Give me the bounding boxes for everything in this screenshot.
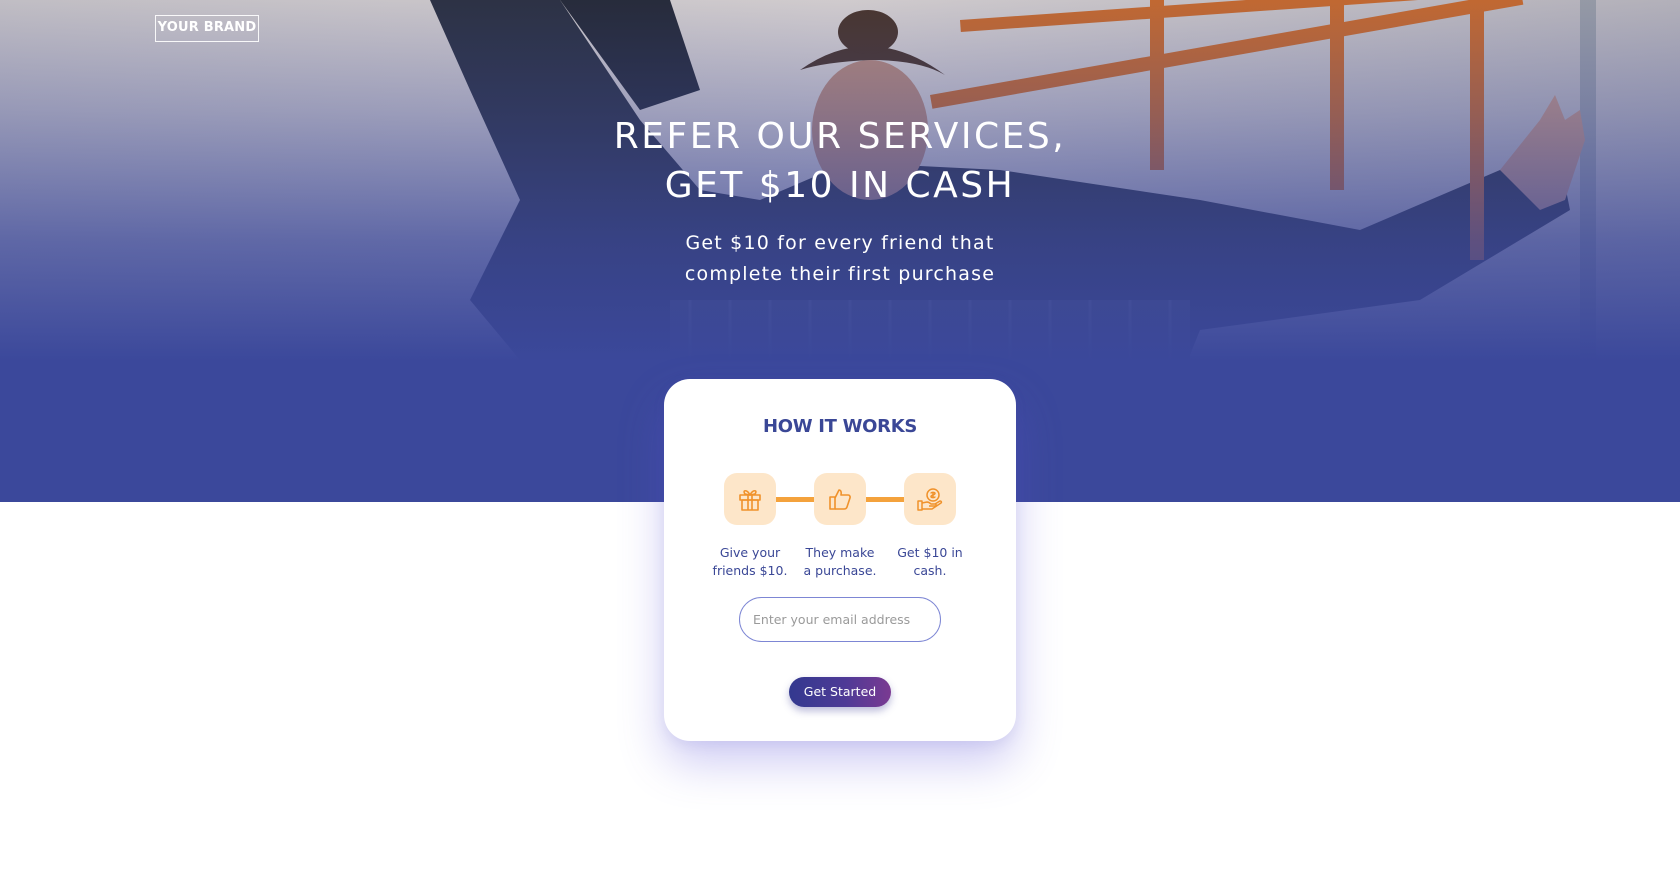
step-label-line: friends $10. <box>712 563 788 578</box>
step-3-label: Get $10 in cash. <box>885 544 975 580</box>
step-2-icon-tile <box>814 473 866 525</box>
gift-icon <box>739 489 761 511</box>
hero-subtitle-line: complete their first purchase <box>684 263 996 285</box>
email-input[interactable] <box>739 597 941 642</box>
thumbs-up-icon <box>829 489 851 510</box>
step-3-icon-tile <box>904 473 956 525</box>
step-1-icon-tile <box>724 473 776 525</box>
get-started-button[interactable]: Get Started <box>789 677 891 707</box>
step-label-line: a purchase. <box>803 563 877 578</box>
how-it-works-title: HOW IT WORKS <box>762 416 918 437</box>
hero-subtitle-line: Get $10 for every friend that <box>685 232 995 254</box>
step-label-line: cash. <box>913 563 947 578</box>
hero-title: REFER OUR SERVICES, GET $10 IN CASH <box>440 112 1240 210</box>
step-1-label: Give your friends $10. <box>705 544 795 580</box>
step-label-line: Get $10 in <box>897 545 963 560</box>
hero-title-line: REFER OUR SERVICES, <box>613 116 1067 157</box>
step-label-line: They make <box>805 545 875 560</box>
hero-subtitle: Get $10 for every friend that complete t… <box>540 228 1140 290</box>
how-it-works-card: HOW IT WORKS Give your friends $10. They… <box>664 379 1016 741</box>
step-connector <box>866 497 904 502</box>
step-2-label: They make a purchase. <box>795 544 885 580</box>
step-connector <box>776 497 814 502</box>
hand-coin-icon <box>917 488 943 511</box>
step-label-line: Give your <box>719 545 781 560</box>
hero-title-line: GET $10 IN CASH <box>664 165 1016 206</box>
brand-logo[interactable]: YOUR BRAND <box>155 15 259 42</box>
